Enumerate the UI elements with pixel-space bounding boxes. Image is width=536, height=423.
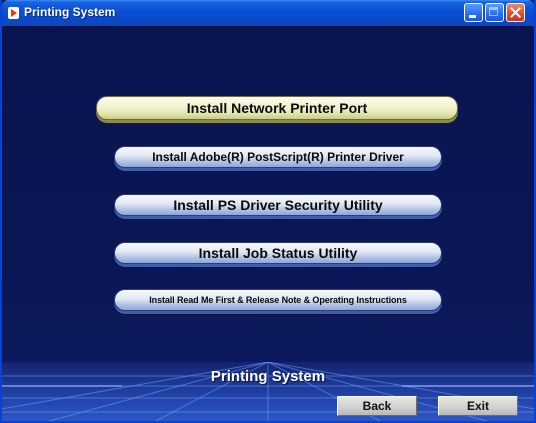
close-icon	[510, 7, 521, 18]
exit-button[interactable]: Exit	[438, 396, 518, 416]
content-area: Install Network Printer Port Install Ado…	[2, 26, 534, 421]
footer-panel: Printing System Back Exit	[2, 362, 534, 421]
install-postscript-driver-button[interactable]: Install Adobe(R) PostScript(R) Printer D…	[114, 146, 442, 168]
footer-title: Printing System	[210, 368, 326, 385]
install-job-status-utility-button[interactable]: Install Job Status Utility	[114, 242, 442, 264]
install-ps-security-utility-button[interactable]: Install PS Driver Security Utility	[114, 194, 442, 216]
install-readme-button[interactable]: Install Read Me First & Release Note & O…	[114, 289, 442, 311]
window-title: Printing System	[24, 5, 116, 19]
minimize-button[interactable]	[464, 3, 483, 22]
install-network-printer-port-button[interactable]: Install Network Printer Port	[96, 96, 458, 120]
installer-window: Printing System Install Network Printer …	[0, 0, 536, 423]
close-button[interactable]	[506, 3, 525, 22]
app-arrow-icon	[8, 7, 19, 19]
maximize-button[interactable]	[485, 3, 504, 22]
back-button[interactable]: Back	[337, 396, 417, 416]
title-bar[interactable]: Printing System	[2, 0, 534, 26]
